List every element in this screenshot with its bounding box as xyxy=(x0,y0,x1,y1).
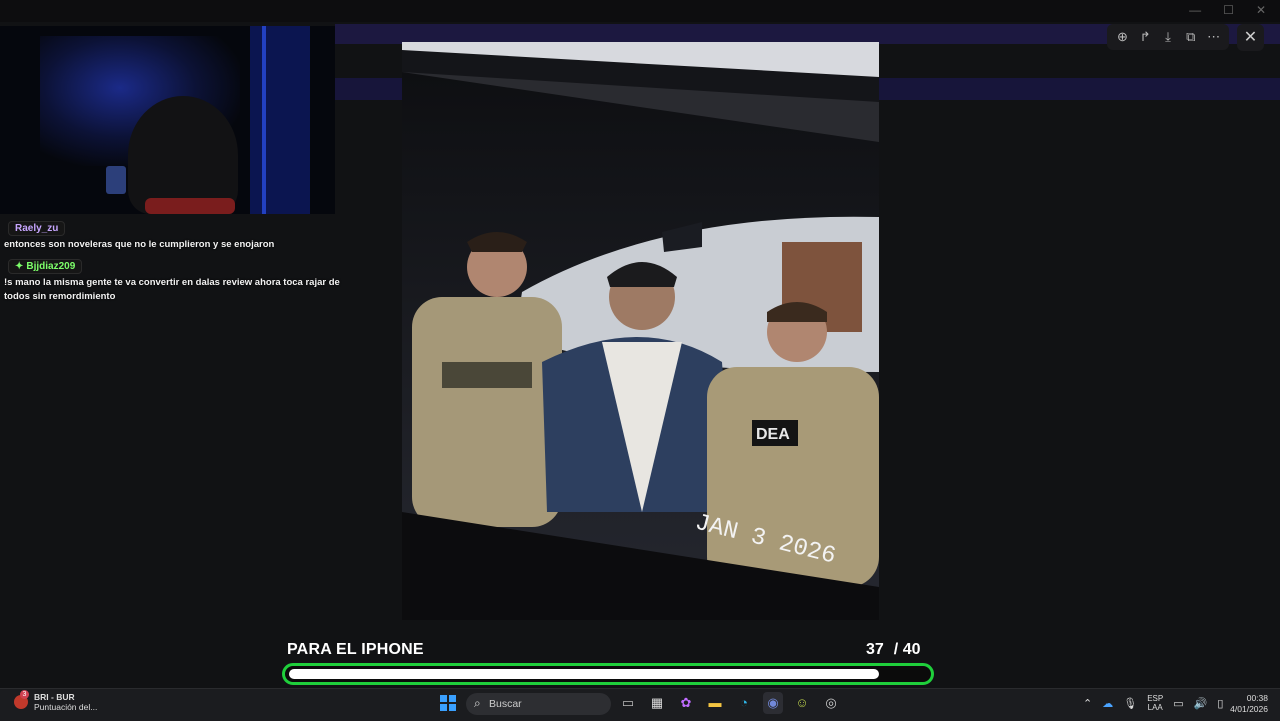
search-placeholder: Buscar xyxy=(489,698,522,710)
volume-icon[interactable]: 🔊 xyxy=(1194,697,1208,710)
copilot-icon[interactable]: ✿ xyxy=(676,692,696,714)
quiz-label: PARA EL IPHONE xyxy=(287,641,424,658)
taskbar-widget[interactable]: 3 BRI - BUR Puntuación del... xyxy=(14,690,98,712)
bg-row xyxy=(0,344,250,366)
webcam-mug xyxy=(106,166,126,194)
file-explorer-icon[interactable]: ▬ xyxy=(705,692,725,714)
widget-subtitle: Puntuación del... xyxy=(34,702,98,712)
network-icon[interactable]: ▭ xyxy=(1173,697,1183,710)
background-title-bar xyxy=(0,0,1280,22)
streamer-silhouette xyxy=(128,96,238,214)
bg-row xyxy=(0,322,250,344)
bg-row xyxy=(0,388,250,410)
more-icon[interactable]: ⋯ xyxy=(1204,29,1224,45)
chat-text: !s mano la misma gente te va convertir e… xyxy=(4,277,340,302)
start-button[interactable] xyxy=(440,695,456,711)
onedrive-icon[interactable]: ☁ xyxy=(1102,697,1113,710)
bg-row xyxy=(0,366,250,388)
taskbar-search[interactable]: ⌕ Buscar xyxy=(466,693,611,715)
task-view-icon[interactable]: ▭ xyxy=(618,692,638,714)
webcam-door-edge xyxy=(262,26,266,214)
sports-score-icon: 3 xyxy=(14,690,29,709)
battery-icon[interactable]: ▯ xyxy=(1217,697,1223,710)
chat-username: Raely_zu xyxy=(8,221,66,236)
streamer-cap xyxy=(145,198,235,214)
quiz-counter: 37 / 40 xyxy=(866,641,920,659)
app-icon[interactable]: ☺ xyxy=(792,692,812,714)
chat-message: Raely_zu entonces son noveleras que no l… xyxy=(4,218,344,252)
chevron-up-icon[interactable]: ⌃ xyxy=(1083,697,1092,710)
quiz-current: 37 xyxy=(866,641,884,658)
chat-username: Bjjdiaz209 xyxy=(26,261,76,272)
notification-badge: 3 xyxy=(20,690,29,699)
chat-text: entonces son noveleras que no le cumplie… xyxy=(4,239,275,250)
widget-title: BRI - BUR xyxy=(34,692,75,702)
chat-message: ✦ Bjjdiaz209 !s mano la misma gente te va… xyxy=(4,256,344,304)
clock[interactable]: 00:38 4/01/2026 xyxy=(1228,693,1268,715)
vest-patch-text: DEA xyxy=(756,426,790,443)
photo-illustration: DEA JAN 3 2026 xyxy=(402,42,879,620)
viewer-close-button[interactable]: ✕ xyxy=(1237,24,1264,51)
webcam-door xyxy=(250,26,310,214)
app-icon[interactable]: ◎ xyxy=(821,692,841,714)
layout-code: LAA xyxy=(1147,703,1163,712)
chat-overlay: Raely_zu entonces son noveleras que no l… xyxy=(4,218,344,308)
maximize-icon[interactable]: ☐ xyxy=(1223,3,1234,17)
open-external-icon[interactable]: ⧉ xyxy=(1181,29,1201,45)
system-tray: ⌃ ☁ 🎙 ESP LAA ▭ 🔊 ▯ xyxy=(1083,694,1223,712)
share-icon[interactable]: ↱ xyxy=(1135,29,1155,45)
window-close-icon[interactable]: ✕ xyxy=(1256,3,1266,17)
quiz-total: / 40 xyxy=(893,641,921,658)
quiz-progress-bar xyxy=(282,663,934,685)
download-icon[interactable]: ⤓ xyxy=(1158,29,1178,45)
discord-icon[interactable]: ◉ xyxy=(763,692,783,714)
microphone-icon[interactable]: 🎙 xyxy=(1123,697,1137,710)
viewer-image[interactable]: DEA JAN 3 2026 xyxy=(402,42,879,620)
zoom-in-icon[interactable]: ⊕ xyxy=(1112,29,1132,45)
clock-date: 4/01/2026 xyxy=(1230,704,1268,714)
sub-badge-icon: ✦ xyxy=(15,261,24,272)
clock-time: 00:38 xyxy=(1246,693,1268,703)
viewer-toolbar: ⊕ ↱ ⤓ ⧉ ⋯ xyxy=(1107,24,1229,50)
taskbar-apps: ▭ ▦ ✿ ▬ ◔ ◉ ☺ ◎ xyxy=(618,692,841,714)
store-icon[interactable]: ▦ xyxy=(647,692,667,714)
edge-icon[interactable]: ◔ xyxy=(734,692,754,714)
search-icon: ⌕ xyxy=(474,696,481,710)
language-indicator[interactable]: ESP LAA xyxy=(1147,694,1163,712)
window-controls: — ☐ ✕ xyxy=(1189,3,1266,17)
webcam-overlay xyxy=(0,26,335,214)
minimize-icon[interactable]: — xyxy=(1189,3,1201,17)
quiz-progress-fill xyxy=(289,669,879,679)
lang-code: ESP xyxy=(1147,694,1164,703)
chat-username-chip: ✦ Bjjdiaz209 xyxy=(8,259,83,274)
background-sidebar xyxy=(0,300,250,660)
